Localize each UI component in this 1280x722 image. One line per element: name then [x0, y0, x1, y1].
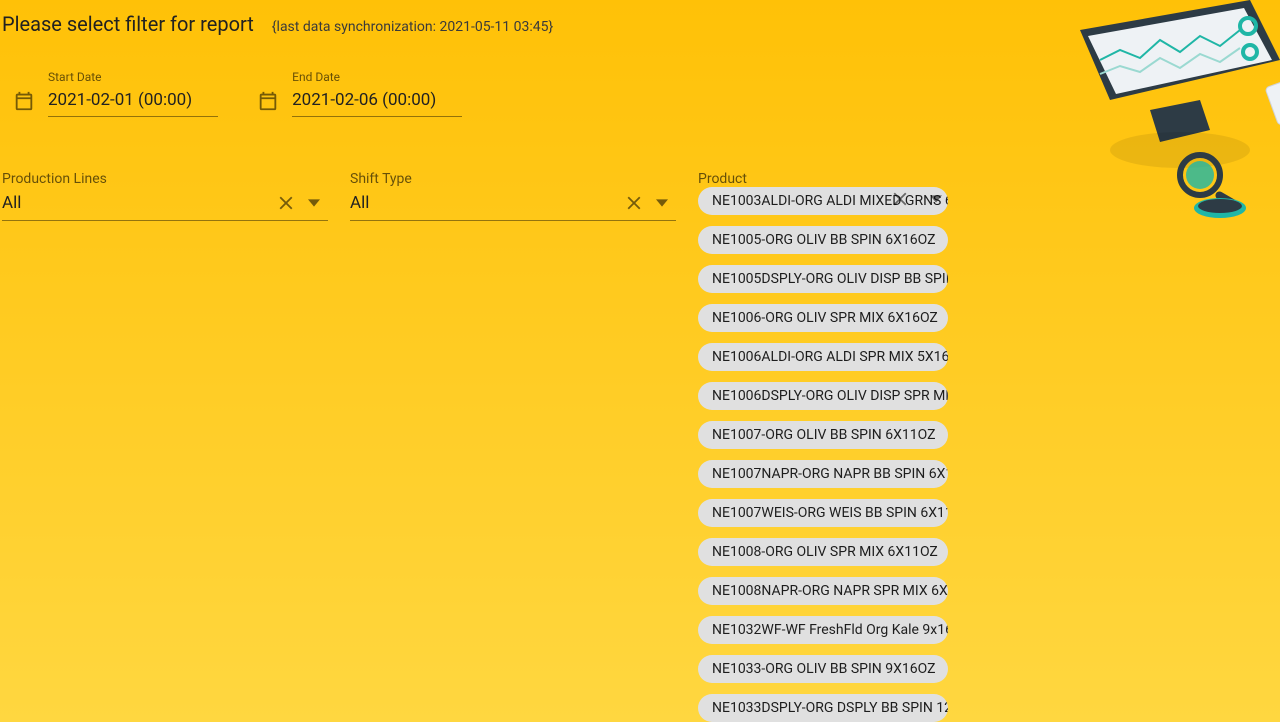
production-lines-label: Production Lines	[2, 171, 328, 187]
product-chip[interactable]: NE1007NAPR-ORG NAPR BB SPIN 6X11OZ	[698, 460, 948, 488]
product-chip[interactable]: NE1032WF-WF FreshFld Org Kale 9x16oz	[698, 616, 948, 644]
calendar-icon[interactable]	[254, 89, 282, 117]
product-chip[interactable]: NE1006-ORG OLIV SPR MIX 6X16OZ	[698, 304, 948, 332]
product-filter: Product NE1003ALDI-ORG ALDI MIXED GRNS 6…	[698, 171, 1280, 722]
chevron-down-icon[interactable]	[300, 189, 328, 217]
chevron-down-icon[interactable]	[648, 189, 676, 217]
end-date-input[interactable]: 2021-02-06 (00:00)	[292, 86, 462, 117]
chevron-down-icon[interactable]	[922, 185, 950, 213]
start-date-input[interactable]: 2021-02-01 (00:00)	[48, 86, 218, 117]
product-chip[interactable]: NE1006DSPLY-ORG OLIV DISP SPR MIX 9X16	[698, 382, 948, 410]
clear-icon[interactable]	[886, 185, 914, 213]
sync-note: {last data synchronization: 2021-05-11 0…	[272, 19, 553, 35]
start-date-label: Start Date	[48, 70, 218, 84]
production-lines-value: All	[2, 193, 272, 213]
production-lines-filter: Production Lines All	[2, 171, 328, 221]
shift-type-select[interactable]: All	[350, 187, 676, 221]
start-date-field: Start Date 2021-02-01 (00:00)	[10, 70, 218, 117]
product-chip[interactable]: NE1005-ORG OLIV BB SPIN 6X16OZ	[698, 226, 948, 254]
page-title: Please select filter for report	[2, 12, 254, 36]
product-chip[interactable]: NE1005DSPLY-ORG OLIV DISP BB SPIN 9X16O	[698, 265, 948, 293]
end-date-field: End Date 2021-02-06 (00:00)	[254, 70, 462, 117]
clear-icon[interactable]	[272, 189, 300, 217]
shift-type-filter: Shift Type All	[350, 171, 676, 221]
shift-type-value: All	[350, 193, 620, 213]
product-chip[interactable]: NE1008NAPR-ORG NAPR SPR MIX 6X11OZ	[698, 577, 948, 605]
product-chip[interactable]: NE1006ALDI-ORG ALDI SPR MIX 5X16OZ	[698, 343, 948, 371]
product-label: Product	[698, 171, 1280, 187]
clear-icon[interactable]	[620, 189, 648, 217]
production-lines-select[interactable]: All	[2, 187, 328, 221]
product-chip[interactable]: NE1007-ORG OLIV BB SPIN 6X11OZ	[698, 421, 948, 449]
product-chip[interactable]: NE1033DSPLY-ORG DSPLY BB SPIN 12X16OZ	[698, 694, 948, 722]
end-date-label: End Date	[292, 70, 462, 84]
product-chip[interactable]: NE1008-ORG OLIV SPR MIX 6X11OZ	[698, 538, 948, 566]
shift-type-label: Shift Type	[350, 171, 676, 187]
product-chip[interactable]: NE1033-ORG OLIV BB SPIN 9X16OZ	[698, 655, 948, 683]
calendar-icon[interactable]	[10, 89, 38, 117]
product-chip[interactable]: NE1007WEIS-ORG WEIS BB SPIN 6X11OZ	[698, 499, 948, 527]
